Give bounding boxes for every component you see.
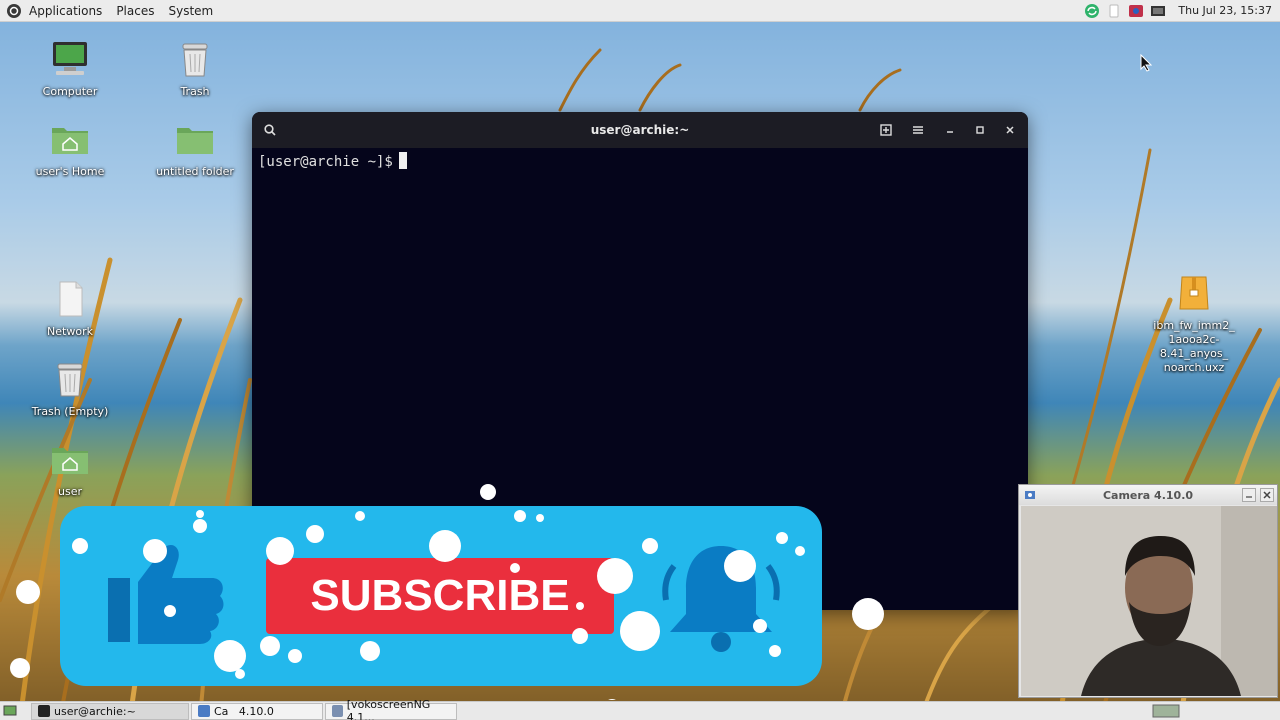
minimize-icon[interactable] <box>1242 488 1256 502</box>
desktop-icon-home[interactable]: user's Home <box>20 120 120 179</box>
desktop-icon-label: untitled folder <box>156 165 234 178</box>
mouse-pointer-icon <box>1140 54 1152 72</box>
desktop-icon-label: Network <box>47 325 93 338</box>
vokoscreen-app-icon <box>332 705 343 717</box>
top-panel: Applications Places System Thu Jul 23, 1… <box>0 0 1280 22</box>
camera-titlebar[interactable]: Camera 4.10.0 <box>1019 485 1277 505</box>
camera-window[interactable]: Camera 4.10.0 <box>1018 484 1278 698</box>
home-folder-icon <box>52 128 88 154</box>
update-icon[interactable] <box>1084 3 1100 19</box>
taskbar: user@archie:~ Ca 4.10.0 [vokoscreenNG 4.… <box>0 698 1280 720</box>
recording-icon[interactable] <box>1128 3 1144 19</box>
clipboard-icon[interactable] <box>1106 3 1122 19</box>
desktop-icon-label: user's Home <box>35 165 105 178</box>
taskbar-item-camera[interactable]: Ca 4.10.0 <box>191 702 323 720</box>
show-desktop-icon[interactable] <box>3 704 17 718</box>
network-file-icon <box>59 281 83 317</box>
network-icon[interactable] <box>1150 3 1166 19</box>
trash-icon <box>182 43 208 77</box>
minimize-icon[interactable] <box>938 118 962 142</box>
system-tray: Thu Jul 23, 15:37 <box>1084 3 1280 19</box>
maximize-icon[interactable] <box>968 118 992 142</box>
terminal-body[interactable]: [user@archie ~]$ <box>252 148 1028 174</box>
terminal-header[interactable]: user@archie:~ <box>252 112 1028 148</box>
desktop-icon-trash-empty[interactable]: Trash (Empty) <box>20 360 120 419</box>
camera-app-icon <box>1025 491 1035 499</box>
desktop-icon-trash[interactable]: Trash <box>145 40 245 99</box>
taskbar-item-vokoscreen[interactable]: [vokoscreenNG 4.1... <box>325 698 457 720</box>
desktop-icon-archive[interactable]: ibm_fw_imm2_ 1aooa2c-8.41_anyos_ noarch.… <box>1138 274 1250 375</box>
search-icon[interactable] <box>258 118 282 142</box>
folder-icon <box>177 128 213 154</box>
camera-title: Camera 4.10.0 <box>1102 488 1194 502</box>
close-icon[interactable] <box>998 118 1022 142</box>
desktop-icon-label: ibm_fw_imm2_ 1aooa2c-8.41_anyos_ noarch.… <box>1153 319 1235 374</box>
terminal-cursor <box>398 152 407 169</box>
webcam-person-image <box>1021 506 1277 696</box>
user-folder-icon <box>52 448 88 474</box>
taskbar-item-label: [vokoscreenNG 4.1... <box>346 698 431 720</box>
menu-applications[interactable]: Applications <box>22 0 109 22</box>
terminal-prompt: [user@archie ~]$ <box>258 154 393 170</box>
taskbar-item-terminal[interactable]: user@archie:~ <box>31 702 189 720</box>
snow-particles-outer <box>10 484 884 700</box>
trash-empty-icon <box>57 363 83 397</box>
camera-app-icon <box>198 705 210 717</box>
taskbar-item-label: Ca 4.10.0 <box>214 704 274 718</box>
menu-system[interactable]: System <box>161 0 220 22</box>
desktop-icon-label: Computer <box>42 85 98 98</box>
hamburger-menu-icon[interactable] <box>906 118 930 142</box>
desktop-icon-untitled-folder[interactable]: untitled folder <box>145 120 245 179</box>
close-icon[interactable] <box>1260 488 1274 502</box>
computer-icon <box>53 42 87 75</box>
terminal-app-icon <box>38 705 50 717</box>
camera-video-feed <box>1021 506 1277 696</box>
desktop-icon-network[interactable]: Network <box>20 280 120 339</box>
desktop-icon-label: Trash <box>180 85 210 98</box>
new-tab-icon[interactable] <box>874 118 898 142</box>
clock[interactable]: Thu Jul 23, 15:37 <box>1178 4 1272 17</box>
taskbar-item-label: user@archie:~ <box>54 704 136 718</box>
workspace-switcher[interactable] <box>1152 704 1180 718</box>
distro-logo-icon[interactable] <box>6 3 22 19</box>
archive-file-icon <box>1179 276 1209 310</box>
desktop-icon-computer[interactable]: Computer <box>20 40 120 99</box>
desktop-icon-label: Trash (Empty) <box>31 405 109 418</box>
menu-places[interactable]: Places <box>109 0 161 22</box>
